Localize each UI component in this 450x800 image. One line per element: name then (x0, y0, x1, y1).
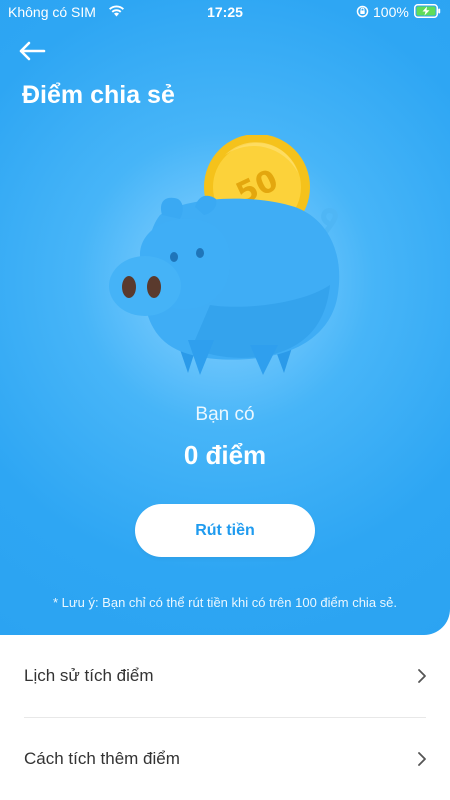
menu-item-label: Lịch sử tích điểm (24, 666, 154, 685)
menu-item-earn-more-points[interactable]: Cách tích thêm điểm (0, 719, 450, 799)
piggy-bank-illustration: 50 (109, 135, 340, 375)
points-caption: Bạn có (195, 404, 255, 425)
page-title: Điểm chia sẻ (22, 81, 175, 109)
status-bar: Không có SIM 17:25 100% (0, 0, 450, 24)
withdraw-note: * Lưu ý: Bạn chỉ có thể rút tiền khi có … (53, 595, 397, 610)
chevron-right-icon (418, 669, 426, 683)
divider (24, 717, 426, 718)
menu-item-points-history[interactable]: Lịch sử tích điểm (0, 636, 450, 716)
arrow-left-icon (19, 41, 46, 61)
withdraw-button[interactable]: Rút tiền (135, 504, 315, 557)
battery-percent: 100% (373, 4, 409, 20)
battery-charging-icon (414, 4, 441, 21)
menu-item-label: Cách tích thêm điểm (24, 749, 180, 768)
rotation-lock-icon (356, 5, 369, 21)
back-button[interactable] (18, 36, 54, 66)
points-value: 0 điểm (183, 440, 267, 470)
chevron-right-icon (418, 752, 426, 766)
hero-panel: Không có SIM 17:25 100% Điểm chia sẻ 50 … (0, 0, 450, 635)
